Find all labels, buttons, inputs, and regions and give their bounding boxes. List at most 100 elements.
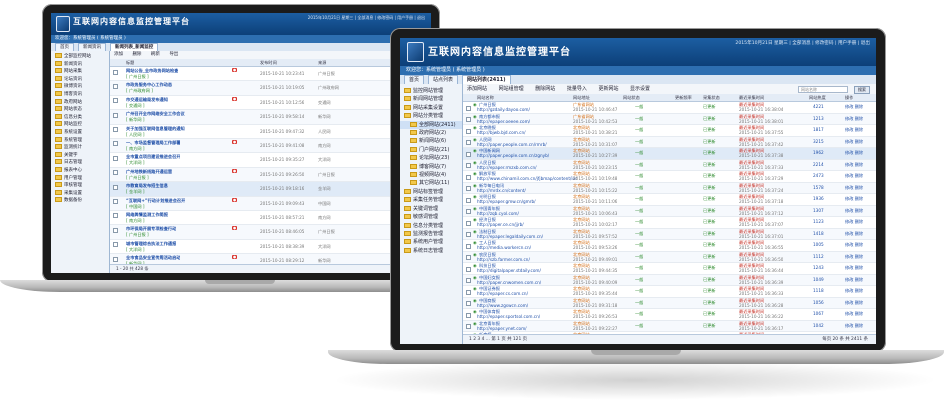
site-op[interactable]: 修改 删除 bbox=[845, 219, 863, 225]
front-col-op[interactable]: 操作 bbox=[845, 94, 853, 101]
row-checkbox[interactable] bbox=[466, 232, 471, 237]
site-op[interactable]: 修改 删除 bbox=[845, 196, 863, 202]
sidebar-item[interactable]: 系统管理 bbox=[51, 136, 109, 145]
row-checkbox[interactable] bbox=[113, 98, 118, 104]
table-row[interactable]: ◉ 北京青年报 http://epaper.ynet.com/北京网站 2015-10… bbox=[463, 320, 876, 332]
site-url[interactable]: http://digitalpaper.stdaily.com/ bbox=[477, 268, 541, 273]
site-url[interactable]: http://epaper.cs.com.cn/ bbox=[477, 291, 528, 296]
site-url[interactable]: http://epaper.oeeee.com/ bbox=[477, 119, 530, 124]
row-checkbox[interactable] bbox=[113, 69, 118, 75]
front-toolbar-import[interactable]: 批量导入 bbox=[567, 84, 587, 94]
front-col-ctime[interactable]: 最近采集时间 bbox=[739, 94, 764, 101]
row-checkbox[interactable] bbox=[113, 155, 118, 161]
row-checkbox[interactable] bbox=[113, 112, 118, 118]
row-checkbox[interactable] bbox=[466, 289, 471, 295]
front-col-heat[interactable]: 网站热度 bbox=[809, 94, 826, 101]
row-checkbox[interactable] bbox=[466, 128, 471, 134]
row-checkbox[interactable] bbox=[113, 213, 118, 219]
site-op[interactable]: 修改 删除 bbox=[845, 162, 863, 168]
back-toolbar-refresh[interactable]: 刷新 bbox=[151, 51, 160, 59]
front-toolbar-display[interactable]: 显示设置 bbox=[630, 84, 650, 94]
site-url[interactable]: http://bjwb.bjd.com.cn/ bbox=[477, 130, 526, 135]
row-checkbox[interactable] bbox=[466, 301, 471, 306]
row-checkbox[interactable] bbox=[466, 312, 471, 318]
site-url[interactable]: http://gzdaily.dayoo.com/ bbox=[477, 107, 530, 112]
site-url[interactable]: http://epaper.legaldaily.com.cn/ bbox=[477, 234, 543, 239]
site-url[interactable]: http://paper.people.com.cn/rmrb/ bbox=[477, 142, 547, 147]
site-url[interactable]: http://szb.farmer.com.cn/ bbox=[477, 257, 530, 262]
row-checkbox[interactable] bbox=[466, 324, 471, 329]
table-row[interactable]: ◉ 新华每日电讯 http://mrdx.cn/content/北京网站 2015-1… bbox=[463, 182, 876, 194]
sidebar-item[interactable]: 采集任务管理 bbox=[400, 196, 462, 204]
table-row[interactable]: ◉ 人民网 http://paper.people.com.cn/rmrb/北京网站… bbox=[463, 136, 876, 148]
front-pager-text[interactable]: 1 2 3 4 ... 第 1 页 共 121 页 bbox=[469, 337, 527, 342]
front-toolbar-group-manage[interactable]: 网站组管理 bbox=[499, 84, 524, 94]
site-op[interactable]: 修改 删除 bbox=[845, 277, 863, 283]
sidebar-item[interactable]: 政府网站 bbox=[51, 98, 109, 107]
back-toolbar-add[interactable]: 添加 bbox=[114, 51, 123, 59]
table-row[interactable]: ◉ 中国商报 http://www.zgswcn.com/北京网站 2015-10-2… bbox=[463, 297, 876, 309]
row-checkbox[interactable] bbox=[466, 209, 471, 214]
sidebar-item[interactable]: 网站标签管理 bbox=[400, 188, 462, 196]
site-op[interactable]: 修改 删除 bbox=[845, 300, 863, 306]
sidebar-item[interactable]: 系统日志管理 bbox=[400, 247, 462, 255]
table-row[interactable]: ◉ 科技日报 http://digitalpaper.stdaily.com/北京网… bbox=[463, 263, 876, 275]
table-row[interactable]: ◉ 人民日报 http://epaper.rmzxb.com.cn/北京网站 2015… bbox=[463, 159, 876, 171]
site-op[interactable]: 修改 删除 bbox=[845, 311, 863, 317]
row-checkbox[interactable] bbox=[466, 117, 471, 122]
site-op[interactable]: 修改 删除 bbox=[845, 208, 863, 214]
site-url[interactable]: http://mrdx.cn/content/ bbox=[477, 188, 526, 193]
site-url[interactable]: http://paper.cnwomen.com.cn/ bbox=[477, 280, 541, 285]
site-url[interactable]: http://paper.ce.cn/jjrb/ bbox=[477, 222, 524, 227]
table-row[interactable]: ◉ 中国体育报 http://epaper.sportsol.com.cn/北京网站… bbox=[463, 309, 876, 321]
back-toolbar-delete[interactable]: 删除 bbox=[132, 51, 141, 59]
row-checkbox[interactable] bbox=[466, 163, 471, 168]
front-toolbar-add-site[interactable]: 添加网站 bbox=[467, 84, 487, 94]
site-op[interactable]: 修改 删除 bbox=[845, 288, 863, 294]
front-toolbar-update[interactable]: 更新网站 bbox=[598, 84, 618, 94]
sidebar-item[interactable]: 关键词管理 bbox=[400, 205, 462, 213]
row-checkbox[interactable] bbox=[113, 256, 118, 262]
back-col-title[interactable]: 标题 bbox=[126, 59, 134, 66]
sidebar-item[interactable]: 微博资讯 bbox=[51, 83, 109, 91]
sidebar-item[interactable]: 新闻资讯 bbox=[51, 60, 109, 69]
sidebar-item[interactable]: 网站监控 bbox=[51, 121, 109, 129]
site-url[interactable]: http://zqb.cyol.com/ bbox=[477, 211, 519, 216]
sidebar-item[interactable]: 视频网站(4) bbox=[400, 171, 462, 179]
row-checkbox[interactable] bbox=[466, 197, 471, 203]
sidebar-item[interactable]: 系统设置 bbox=[51, 128, 109, 137]
row-checkbox[interactable] bbox=[466, 220, 471, 226]
table-row[interactable]: ◉ 农民日报 http://szb.farmer.com.cn/北京网站 2015-1… bbox=[463, 251, 876, 263]
sidebar-item[interactable]: 政府网站(2) bbox=[400, 129, 462, 137]
row-checkbox[interactable] bbox=[466, 278, 471, 283]
back-col-time[interactable]: 发布时间 bbox=[260, 59, 277, 66]
row-checkbox[interactable] bbox=[113, 127, 118, 133]
site-op[interactable]: 修改 删除 bbox=[845, 254, 863, 260]
site-op[interactable]: 修改 删除 bbox=[845, 150, 863, 156]
sidebar-item[interactable]: 门户网站(21) bbox=[400, 146, 462, 154]
sidebar-item[interactable]: 网站采集 bbox=[51, 68, 109, 76]
site-op[interactable]: 修改 删除 bbox=[845, 231, 863, 237]
front-col-name[interactable]: 网站名称 bbox=[477, 94, 494, 101]
table-row[interactable]: ◉ 光明日报 http://epaper.gmw.cn/gmrb/北京网站 2015-… bbox=[463, 194, 876, 206]
site-op[interactable]: 修改 删除 bbox=[845, 265, 863, 271]
table-row[interactable]: ◉ 中国青年报 http://zqb.cyol.com/北京网站 2015-10-21… bbox=[463, 205, 876, 217]
sidebar-item[interactable]: 论坛资讯 bbox=[51, 75, 109, 84]
sidebar-item[interactable]: 论坛网站(23) bbox=[400, 154, 462, 162]
sidebar-item[interactable]: 监测报告管理 bbox=[400, 230, 462, 238]
sidebar-item[interactable]: 网站状态 bbox=[51, 106, 109, 114]
row-checkbox[interactable] bbox=[113, 141, 118, 147]
site-op[interactable]: 修改 删除 bbox=[845, 127, 863, 133]
sidebar-item[interactable]: 全部监控网站 bbox=[51, 53, 109, 61]
sidebar-item[interactable]: 新闻网站(6) bbox=[400, 137, 462, 145]
row-checkbox[interactable] bbox=[466, 151, 471, 157]
sidebar-item[interactable]: 日志管理 bbox=[51, 159, 109, 167]
site-url[interactable]: http://epaper.gmw.cn/gmrb/ bbox=[477, 199, 536, 204]
row-checkbox[interactable] bbox=[466, 243, 471, 249]
back-toolbar-export[interactable]: 导出 bbox=[169, 51, 178, 59]
row-checkbox[interactable] bbox=[113, 199, 118, 205]
sidebar-item[interactable]: 其它网站(11) bbox=[400, 179, 462, 187]
sidebar-item[interactable]: 信息分类 bbox=[51, 113, 109, 122]
table-row[interactable]: ◉ 中国新闻网 http://paper.people.com.cn/zgnyb/北… bbox=[463, 148, 876, 160]
row-checkbox[interactable] bbox=[466, 186, 471, 191]
